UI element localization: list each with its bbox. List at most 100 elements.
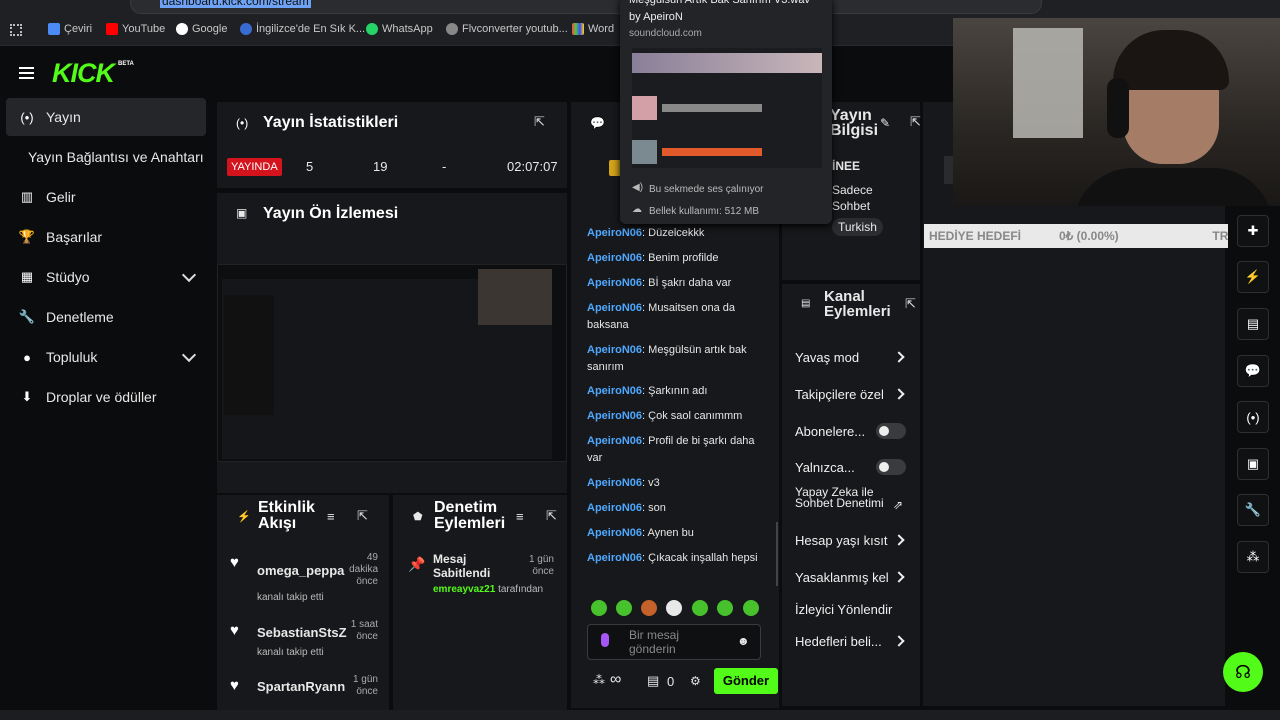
emotes-only-toggle[interactable]: [876, 459, 906, 475]
thumbnail-wave: [662, 104, 762, 112]
sidebar-item-droplar[interactable]: ⬇ Droplar ve ödüller: [6, 378, 206, 416]
bookmark-item[interactable]: Çeviri: [48, 23, 92, 35]
action-goals[interactable]: Hedefleri beli...: [795, 634, 882, 649]
bookmark-label: Çeviri: [64, 23, 93, 35]
channel-actions-title-line: Kanal: [824, 288, 865, 305]
points-icon: ⁂: [593, 673, 605, 687]
expand-icon[interactable]: ⇱: [534, 115, 546, 128]
chat-username[interactable]: ApeiroN06: [587, 477, 642, 489]
broadcast-icon: (•): [20, 109, 34, 125]
activity-user[interactable]: SpartanRyann: [257, 679, 345, 694]
send-button[interactable]: Gönder: [714, 668, 778, 694]
expand-icon[interactable]: ⇱: [357, 509, 369, 522]
chat-bubble-icon[interactable]: 💬: [1237, 355, 1269, 387]
emote-icon[interactable]: [743, 600, 759, 616]
action-subscribers-only: Abonelere...: [795, 424, 866, 439]
menu-icon-middle: [19, 72, 34, 74]
stream-info-title-line: Bilgisi: [830, 122, 879, 139]
action-slow-mode[interactable]: Yavaş mod: [795, 350, 859, 365]
kick-logo[interactable]: KICK: [52, 58, 115, 89]
gear-icon[interactable]: ⚙: [690, 674, 701, 688]
mod-actions-title: Denetim Eylemleri: [434, 499, 506, 532]
chat-text: Çok saol canımmm: [648, 410, 743, 422]
chat-username[interactable]: ApeiroN06: [587, 435, 642, 447]
bolt-icon[interactable]: ⚡: [1237, 261, 1269, 293]
mod-action-label: Mesaj Sabitlendi: [433, 552, 491, 580]
action-banned-words[interactable]: Yasaklanmış kel: [795, 570, 889, 585]
sidebar-item-label: Yayın: [46, 109, 81, 125]
emote-icon[interactable]: [717, 600, 733, 616]
chat-scrollbar[interactable]: [776, 522, 778, 586]
expand-icon[interactable]: ⇱: [910, 115, 922, 128]
chat-username[interactable]: ApeiroN06: [587, 410, 642, 422]
expand-icon[interactable]: ⇱: [546, 509, 558, 522]
mic-icon[interactable]: [601, 633, 609, 647]
external-link-icon[interactable]: ⇗: [893, 498, 903, 512]
emote-icon[interactable]: [591, 600, 607, 616]
action-account-age[interactable]: Hesap yaşı kısıt: [795, 533, 887, 548]
chevron-down-icon: [181, 347, 197, 363]
apps-grid-icon[interactable]: [10, 24, 22, 36]
google-icon: [176, 23, 188, 35]
mod-user[interactable]: emreayvaz21: [433, 584, 495, 595]
action-followers-only[interactable]: Takipçilere özel: [795, 387, 884, 402]
bookmark-item[interactable]: YouTube: [106, 23, 165, 35]
webcam-person-shirt: [1073, 168, 1273, 206]
add-icon[interactable]: ✚: [1237, 215, 1269, 247]
bookmark-item[interactable]: Google: [176, 23, 227, 35]
activity-action: kanalı takip etti: [257, 592, 324, 603]
sidebar-item-yayin[interactable]: (•) Yayın: [6, 98, 206, 136]
chat-username[interactable]: ApeiroN06: [587, 385, 642, 397]
chat-username[interactable]: ApeiroN06: [587, 302, 642, 314]
chat-username[interactable]: ApeiroN06: [587, 552, 642, 564]
edit-icon[interactable]: ✎: [880, 116, 890, 130]
menu-icon[interactable]: [19, 67, 34, 79]
filter-icon[interactable]: ≡: [516, 509, 524, 524]
activity-user[interactable]: omega_peppa: [257, 563, 344, 578]
scene-icon[interactable]: ▣: [1237, 448, 1269, 480]
sidebar-item-studyo[interactable]: ▦ Stüdyo: [6, 258, 206, 296]
activity-time: 1 gün önce: [352, 674, 378, 697]
bookmark-item[interactable]: İngilizce'de En Sık K...: [240, 23, 365, 35]
support-button[interactable]: ☊: [1223, 652, 1263, 692]
activity-user[interactable]: SebastianStsZ: [257, 625, 347, 640]
sidebar-item-denetleme[interactable]: 🔧 Denetleme: [6, 298, 206, 336]
sidebar-item-stream-key[interactable]: Yayın Bağlantısı ve Anahtarı: [20, 138, 216, 176]
store-icon[interactable]: ▤: [647, 673, 659, 689]
preview-video[interactable]: [217, 264, 567, 462]
chart-icon: ▥: [20, 189, 34, 204]
note-icon[interactable]: ▤: [1237, 308, 1269, 340]
chat-username[interactable]: ApeiroN06: [587, 252, 642, 264]
address-url[interactable]: dashboard.kick.com/stream: [160, 0, 311, 8]
sidebar-item-basarilar[interactable]: 🏆 Başarılar: [6, 218, 206, 256]
chat-message: ApeiroN06: Musaitsen ona da baksana: [587, 302, 735, 331]
community-icon[interactable]: ⁂: [1237, 541, 1269, 573]
sidebar-item-gelir[interactable]: ▥ Gelir: [6, 178, 206, 216]
bookmark-item[interactable]: Word: [572, 23, 614, 35]
chat-username[interactable]: ApeiroN06: [587, 277, 642, 289]
chat-username[interactable]: ApeiroN06: [587, 227, 642, 239]
webcam-headphones: [1107, 78, 1129, 138]
emote-icon[interactable]: [666, 600, 682, 616]
chat-message: ApeiroN06: Çıkacak inşallah hepsi: [587, 552, 758, 564]
action-ai-moderation[interactable]: Yapay Zeka ile Sohbet Denetimi: [795, 486, 887, 509]
webcam-person-hair: [1113, 30, 1229, 90]
emoji-icon[interactable]: ☻: [737, 634, 750, 648]
expand-icon[interactable]: ⇱: [905, 297, 917, 310]
subscribers-only-toggle[interactable]: [876, 423, 906, 439]
emote-icon[interactable]: [641, 600, 657, 616]
chat-username[interactable]: ApeiroN06: [587, 502, 642, 514]
speaker-icon: ◀): [632, 182, 644, 193]
action-raid[interactable]: İzleyici Yönlendir: [795, 602, 892, 617]
emote-icon[interactable]: [616, 600, 632, 616]
bookmark-item[interactable]: WhatsApp: [366, 23, 433, 35]
thumbnail-track: [632, 96, 657, 120]
emote-icon[interactable]: [692, 600, 708, 616]
chat-username[interactable]: ApeiroN06: [587, 527, 642, 539]
chat-username[interactable]: ApeiroN06: [587, 344, 642, 356]
bookmark-item[interactable]: Flvconverter youtub...: [446, 23, 568, 35]
filter-icon[interactable]: ≡: [327, 509, 335, 524]
broadcast-icon[interactable]: (•): [1237, 401, 1269, 433]
sidebar-item-topluluk[interactable]: ● Topluluk: [6, 338, 206, 376]
wrench-icon[interactable]: 🔧: [1237, 494, 1269, 526]
